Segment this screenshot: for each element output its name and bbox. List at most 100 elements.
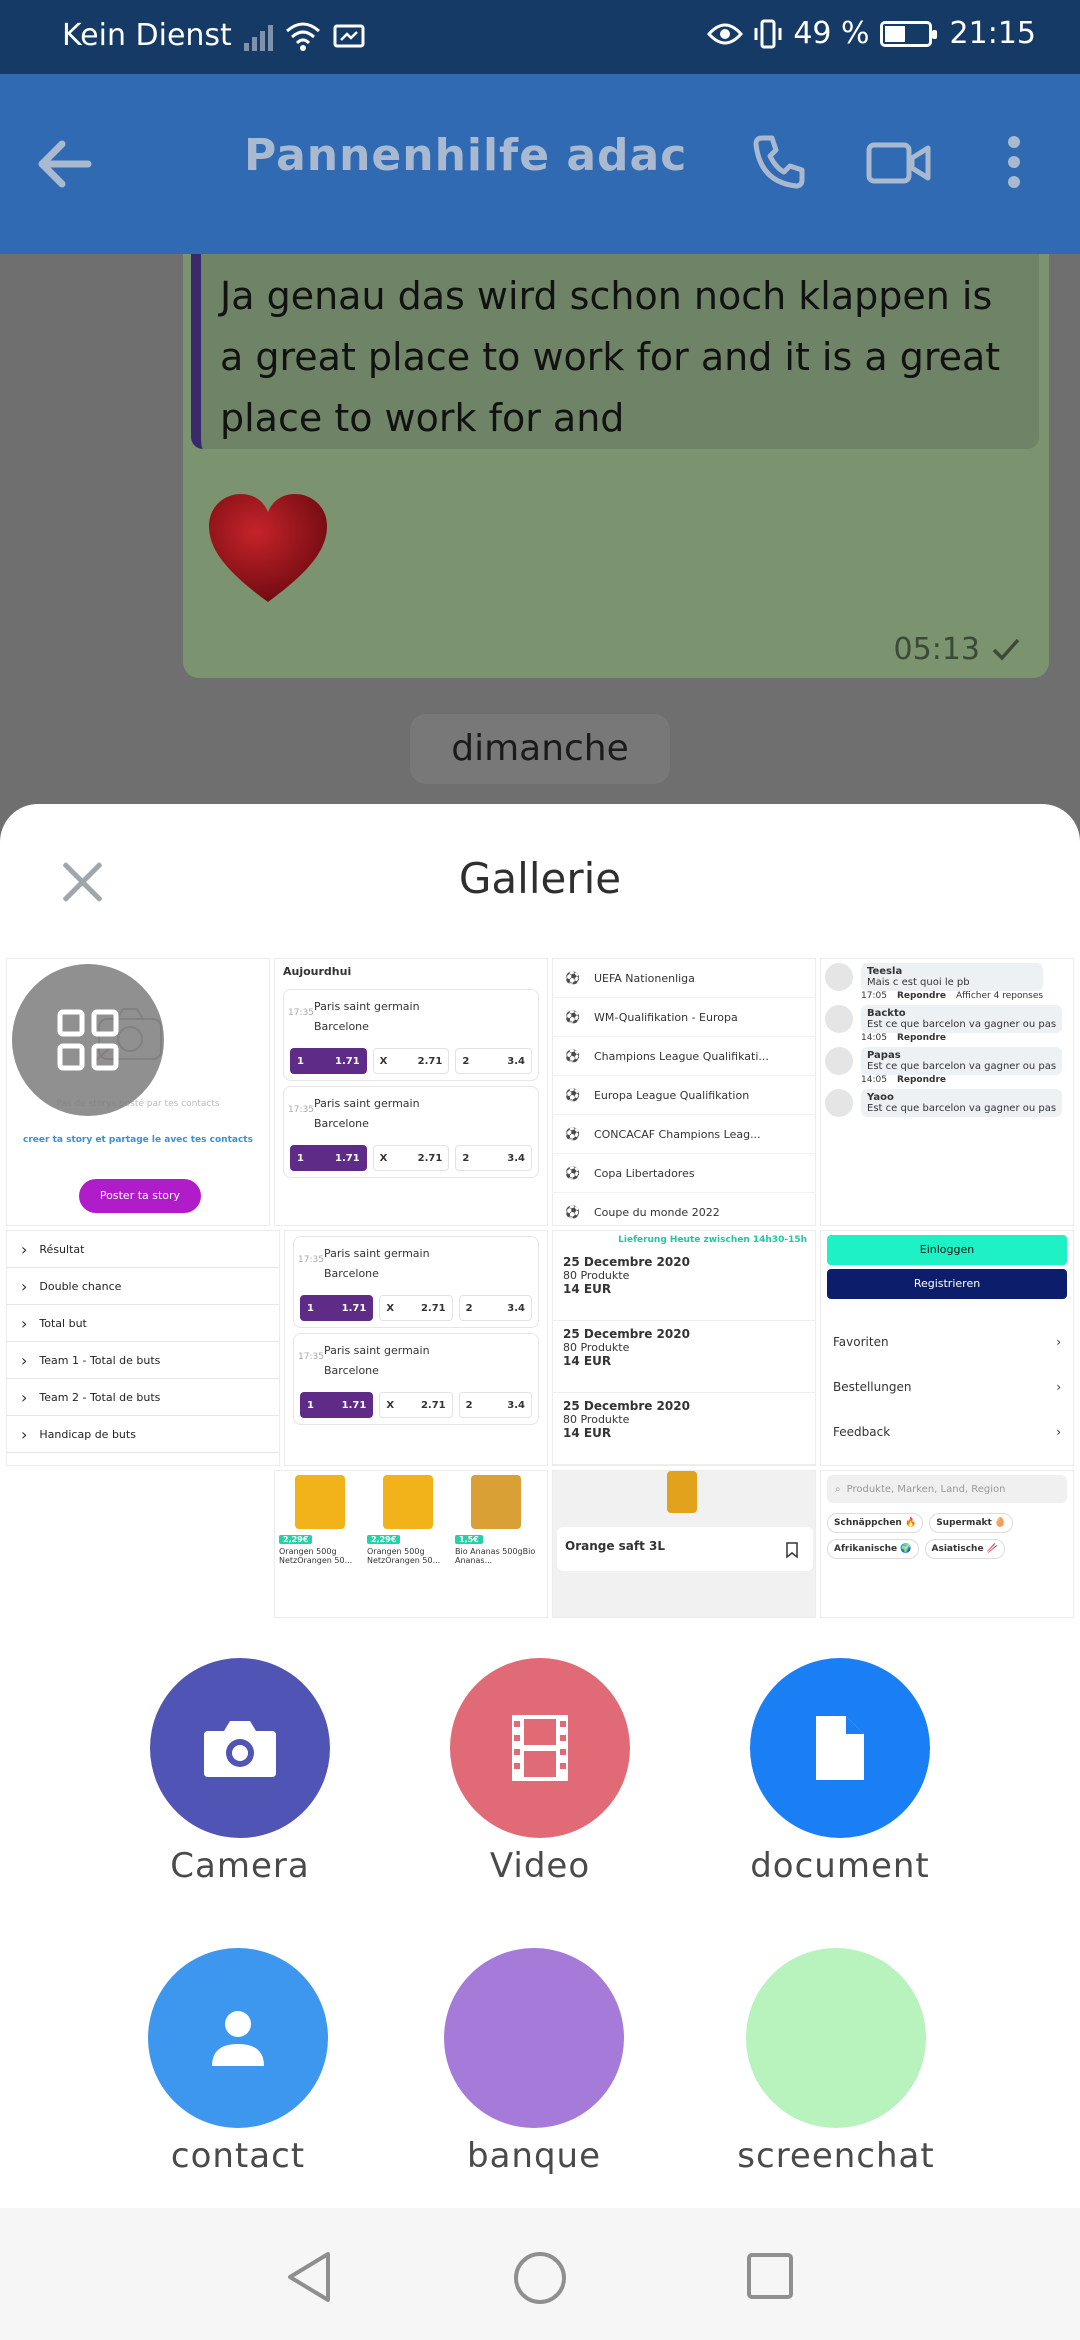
phone-icon[interactable] — [748, 132, 808, 192]
checkmark-icon — [992, 638, 1020, 661]
document-circle[interactable] — [750, 1658, 930, 1838]
comment-item: Yaoo Est ce que barcelon va gagner ou pas — [825, 1089, 1069, 1117]
gallery-grid-button[interactable] — [12, 964, 164, 1116]
comment-text: Est ce que barcelon va gagner ou pas — [867, 1061, 1057, 1072]
comment-meta: 14:05 Repondre — [861, 1075, 1062, 1085]
comment-item: Backto Est ce que barcelon va gagner ou p… — [825, 1005, 1069, 1043]
video-option[interactable]: Video — [430, 1658, 650, 1886]
film-icon — [512, 1715, 568, 1781]
market-item: Double chance — [7, 1268, 279, 1305]
clock: 21:15 — [949, 16, 1036, 51]
product-image — [295, 1475, 345, 1529]
attachment-sheet: Gallerie Pas de storys posté par tes con… — [0, 804, 1080, 2340]
product-image — [471, 1475, 521, 1529]
category-chip: Schnäppchen 🔥 — [827, 1513, 924, 1533]
grid-icon — [57, 1009, 119, 1071]
delivery-banner: Lieferung Heute zwischen 14h30-15h — [618, 1235, 807, 1245]
gallery-thumbnail[interactable]: UEFA NationenligaWM-Qualifikation - Euro… — [552, 958, 816, 1226]
nav-home-icon[interactable] — [512, 2250, 568, 2306]
document-icon — [816, 1716, 864, 1780]
more-options-icon[interactable] — [1004, 134, 1024, 190]
market-item: Handicap de buts — [7, 1416, 279, 1453]
gallery-grid: Pas de storys posté par tes contacts cre… — [6, 958, 1074, 1618]
comment-author: Yaoo — [867, 1092, 894, 1103]
banque-circle[interactable] — [444, 1948, 624, 2128]
eye-icon — [707, 23, 744, 44]
story-hint-text: creer ta story et partage le avec tes co… — [23, 1135, 253, 1145]
search-input: ⌕ Produkte, Marken, Land, Region — [827, 1475, 1067, 1503]
banque-option[interactable]: banque — [424, 1948, 644, 2176]
comment-item: Papas Est ce que barcelon va gagner ou pa… — [825, 1047, 1069, 1085]
product-detail-name: Orange saft 3L — [557, 1527, 813, 1571]
video-call-icon[interactable] — [866, 140, 932, 186]
comment-body: Teesla Mais c est quoi le pb 17:05 Repondre… — [861, 963, 1044, 1001]
gallery-thumbnail[interactable]: 2,29€ Orangen 500g NetzOrangen 50... 2,29€… — [274, 1470, 548, 1618]
league-item: WM-Qualifikation - Europa — [553, 998, 815, 1037]
market-item: Les deux equipes marques — [7, 1453, 279, 1466]
category-chip: Asiatische 🥢 — [924, 1539, 1005, 1559]
contact-option[interactable]: contact — [128, 1948, 348, 2176]
contact-circle[interactable] — [148, 1948, 328, 2128]
market-item: Team 1 - Total de buts — [7, 1342, 279, 1379]
product-name: Orangen 500g NetzOrangen 50... — [279, 1547, 353, 1565]
avatar — [825, 1047, 853, 1075]
carrier-label: Kein Dienst — [62, 18, 232, 53]
comment-time: 17:05 — [861, 991, 887, 1001]
product-price: 1,5€ — [455, 1535, 483, 1544]
gallery-thumbnail[interactable]: Lieferung Heute zwischen 14h30-15h 25 De… — [552, 1230, 816, 1466]
league-item: Copa Libertadores — [553, 1154, 815, 1193]
order-item: 25 Decembre 2020 80 Produkte 14 EUR — [553, 1321, 815, 1393]
post-story-button[interactable]: Poster ta story — [79, 1179, 201, 1213]
gallery-thumbnail[interactable]: RésultatDouble chanceTotal butTeam 1 - T… — [6, 1230, 280, 1466]
match-card: 17:35 Paris saint germain Barcelone 1 1.71 X… — [293, 1333, 539, 1425]
conversation-title[interactable]: Pannenhilfe adac — [244, 130, 687, 181]
video-circle[interactable] — [450, 1658, 630, 1838]
match-card: 17:35 Paris saint germain Barcelone 1 1.71 X… — [293, 1236, 539, 1328]
person-icon — [212, 2011, 264, 2066]
gallery-thumbnail[interactable]: ⌕ Produkte, Marken, Land, Region Schnäppc… — [820, 1470, 1074, 1618]
comment-body: Papas Est ce que barcelon va gagner ou pa… — [861, 1047, 1063, 1085]
document-option[interactable]: document — [730, 1658, 950, 1886]
wifi-icon — [285, 22, 320, 51]
nav-back-icon[interactable] — [284, 2250, 334, 2304]
video-label: Video — [489, 1846, 591, 1886]
chevron-right-icon: › — [1056, 1379, 1061, 1394]
back-arrow-icon[interactable] — [36, 140, 92, 188]
product-card: 2,29€ Orangen 500g NetzOrangen 50... — [279, 1475, 361, 1565]
comment-bubble: Papas Est ce que barcelon va gagner ou pa… — [861, 1047, 1063, 1075]
screenchat-option[interactable]: screenchat — [726, 1948, 946, 2176]
vibrate-icon — [754, 19, 782, 48]
avatar — [825, 1089, 853, 1117]
match-card: 17:35 Paris saint germain Barcelone 1 1.71 X… — [283, 989, 539, 1081]
comment-author: Teesla — [867, 966, 903, 977]
chat-area: Ja genau das wird schon noch klappen is … — [0, 254, 1080, 814]
avatar — [825, 963, 853, 991]
comment-item: Teesla Mais c est quoi le pb 17:05 Repondre… — [825, 963, 1069, 1001]
account-menu-item: FAQ› — [821, 1454, 1073, 1465]
account-menu-item: Feedback › — [821, 1409, 1073, 1454]
camera-option[interactable]: Camera — [130, 1658, 350, 1886]
gallery-thumbnail[interactable]: 17:35 Paris saint germain Barcelone 1 1.71 X… — [284, 1230, 548, 1466]
sheet-title: Gallerie — [458, 854, 622, 903]
product-card: 1,5€ Bio Ananas 500gBio Ananas... — [455, 1475, 537, 1565]
nav-recents-icon[interactable] — [746, 2252, 794, 2300]
app-bar: Pannenhilfe adac — [0, 74, 1080, 254]
reply-link: Repondre — [896, 1075, 946, 1085]
gallery-thumbnail[interactable]: Orange saft 3L — [552, 1470, 816, 1618]
chevron-right-icon: › — [1056, 1424, 1061, 1439]
comment-time: 14:05 — [861, 1033, 887, 1043]
product-image — [383, 1475, 433, 1529]
comment-bubble: Backto Est ce que barcelon va gagner ou p… — [861, 1005, 1063, 1033]
gallery-thumbnail[interactable]: Einloggen Registrieren Favoriten › Bestell… — [820, 1230, 1074, 1466]
signal-icon — [243, 21, 273, 51]
comment-text: Est ce que barcelon va gagner ou pas — [867, 1019, 1057, 1030]
comment-bubble: Yaoo Est ce que barcelon va gagner ou pas — [861, 1089, 1063, 1117]
comment-text: Est ce que barcelon va gagner ou pas — [867, 1103, 1057, 1114]
camera-circle[interactable] — [150, 1658, 330, 1838]
gallery-thumbnail[interactable]: Aujourdhui 17:35 Paris saint germain Barce… — [274, 958, 548, 1226]
screenchat-circle[interactable] — [746, 1948, 926, 2128]
battery-icon — [879, 20, 937, 47]
gallery-thumbnail[interactable]: Teesla Mais c est quoi le pb 17:05 Repondre… — [820, 958, 1074, 1226]
juice-image — [667, 1471, 697, 1513]
comment-bubble: Teesla Mais c est quoi le pb — [861, 963, 1044, 991]
